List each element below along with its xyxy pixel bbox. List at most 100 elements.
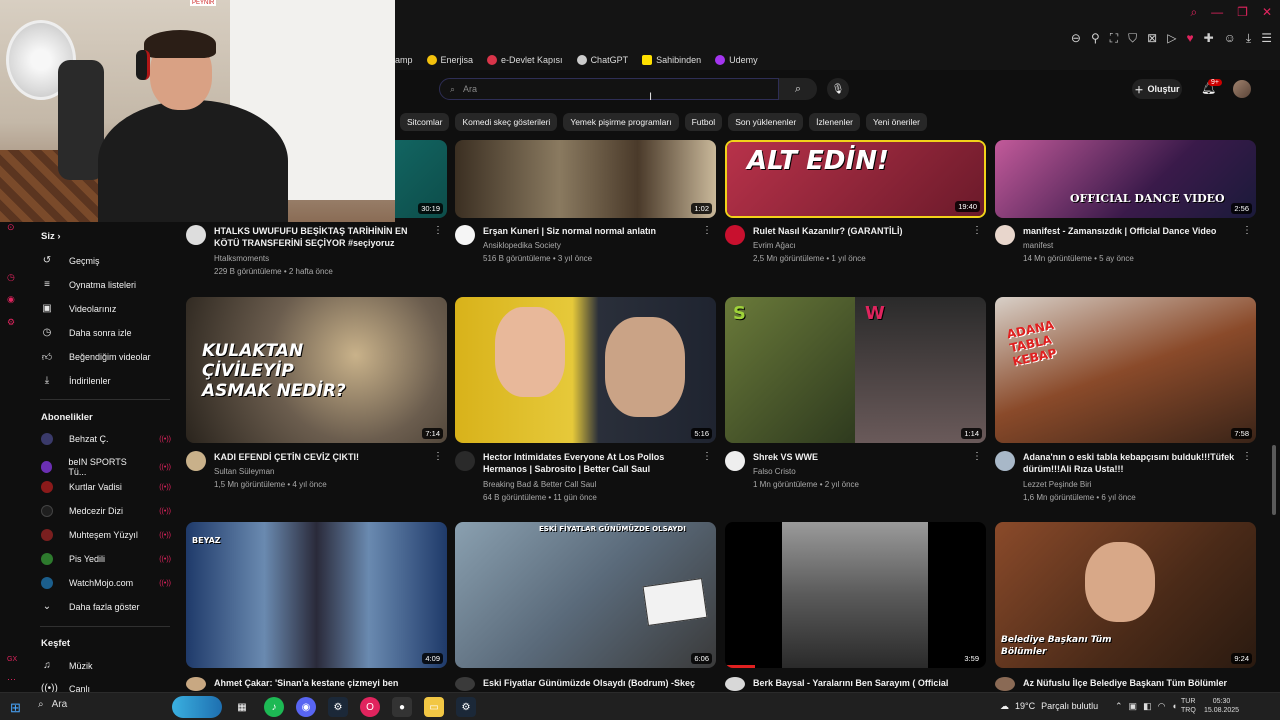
minimize-icon[interactable]: —	[1211, 5, 1223, 20]
sidebar-item-your-videos[interactable]: ▣ Videolarınız	[41, 303, 116, 314]
taskbar-search[interactable]: ⌕ Ara	[38, 699, 67, 710]
search-button[interactable]: ⌕	[779, 78, 817, 100]
video-thumbnail[interactable]: S W 1:14	[725, 297, 986, 443]
video-thumbnail[interactable]: Belediye Başkanı Tüm Bölümler 9:24	[995, 522, 1256, 668]
windows-start-icon[interactable]: ⊞	[10, 700, 21, 716]
chip-yeni-oneriler[interactable]: Yeni öneriler	[866, 113, 927, 131]
show-more-button[interactable]: ⌄ Daha fazla göster	[41, 601, 140, 612]
pin-icon[interactable]: ⚲	[1091, 31, 1100, 46]
sidebar-sub-item[interactable]: Muhteşem Yüzyıl ((•))	[41, 529, 171, 541]
more-options-icon[interactable]: ⋮	[1242, 451, 1252, 462]
channel-avatar[interactable]	[186, 451, 206, 471]
chevron-up-icon[interactable]: ⌃	[1115, 701, 1123, 712]
tray-app-icon[interactable]: ◧	[1143, 701, 1152, 712]
bookmark-amp[interactable]: amp	[395, 55, 413, 65]
screenshot-icon[interactable]: ⛶	[1110, 31, 1118, 46]
video-title[interactable]: Adana'nın o eski tabla kebapçısını buldu…	[1023, 451, 1243, 475]
steam-icon[interactable]: ⚙	[456, 697, 476, 717]
menu-icon[interactable]: ☰	[1261, 31, 1272, 46]
profile-icon[interactable]: ☺	[1224, 31, 1236, 46]
video-thumbnail[interactable]: ALT EDİN! 19:40	[725, 140, 986, 218]
video-thumbnail[interactable]: 5:16	[455, 297, 716, 443]
play-icon[interactable]: ▷	[1167, 31, 1176, 46]
channel-name[interactable]: Htalksmoments	[214, 254, 269, 263]
channel-avatar[interactable]	[725, 225, 745, 245]
channel-avatar[interactable]	[995, 451, 1015, 471]
sidebar-item-liked[interactable]: 👍︎ Beğendiğim videolar	[41, 351, 151, 363]
rail-icon[interactable]: ⊙	[7, 222, 15, 233]
messenger-rail-icon[interactable]: ◉	[7, 294, 15, 305]
more-options-icon[interactable]: ⋮	[433, 451, 443, 462]
sidebar-sub-item[interactable]: Kurtlar Vadisi ((•))	[41, 481, 171, 493]
sidebar-sub-item[interactable]: WatchMojo.com ((•))	[41, 577, 171, 589]
weather-widget[interactable]: ☁ 19°C Parçalı bulutlu	[1000, 701, 1098, 712]
sidebar-sub-item[interactable]: Behzat Ç. ((•))	[41, 433, 171, 445]
video-title[interactable]: Ahmet Çakar: 'Sinan'a kestane çizmeyi be…	[214, 677, 434, 689]
video-thumbnail[interactable]: BEYAZ 4:09	[186, 522, 447, 668]
video-thumbnail[interactable]: KULAKTAN ÇİVİLEYİP ASMAK NEDİR? 7:14	[186, 297, 447, 443]
video-thumbnail[interactable]: ADANA TABLA KEBAP 7:58	[995, 297, 1256, 443]
language-indicator[interactable]: TUR TRQ	[1181, 697, 1196, 715]
task-view-icon[interactable]: ▦	[232, 697, 252, 717]
more-rail-icon[interactable]: ⋯	[7, 674, 16, 685]
channel-name[interactable]: Breaking Bad & Better Call Saul	[483, 480, 596, 489]
bookmark-enerjisa[interactable]: Enerjisa	[426, 55, 473, 65]
channel-name[interactable]: Sultan Süleyman	[214, 467, 274, 476]
video-title[interactable]: KADI EFENDİ ÇETİN CEVİZ ÇIKTI!	[214, 451, 434, 463]
chip-futbol[interactable]: Futbol	[684, 113, 723, 131]
search-input[interactable]: ⌕ Ara	[439, 78, 779, 100]
channel-avatar[interactable]	[455, 677, 475, 691]
wifi-icon[interactable]: ◠	[1158, 701, 1166, 712]
sidebar-item-music[interactable]: ♫ Müzik	[41, 660, 92, 671]
channel-name[interactable]: Lezzet Peşinde Biri	[1023, 480, 1091, 489]
download-icon[interactable]: ⤓	[1246, 31, 1251, 46]
tray-app-icon[interactable]: ▣	[1129, 701, 1138, 712]
you-section-header[interactable]: Siz ›	[41, 231, 61, 242]
channel-name[interactable]: Ansiklopedika Society	[483, 241, 561, 250]
video-thumbnail[interactable]: OFFICIAL DANCE VIDEO 2:56	[995, 140, 1256, 218]
more-options-icon[interactable]: ⋮	[972, 451, 982, 462]
video-title[interactable]: Erşan Kuneri | Siz normal normal anlatın	[483, 225, 703, 237]
shield-icon[interactable]: ⛉	[1128, 31, 1137, 46]
sidebar-item-history[interactable]: ↺ Geçmiş	[41, 255, 100, 266]
chip-komedi[interactable]: Komedi skeç gösterileri	[455, 113, 558, 131]
channel-avatar[interactable]	[995, 677, 1015, 691]
video-title[interactable]: Az Nüfuslu İlçe Belediye Başkanı Tüm Böl…	[1023, 677, 1243, 689]
more-options-icon[interactable]: ⋮	[433, 225, 443, 236]
video-thumbnail[interactable]: 1:02	[455, 140, 716, 218]
chip-son-yuklenenler[interactable]: Son yüklenenler	[728, 113, 804, 131]
sidebar-item-downloads[interactable]: ⤓ İndirilenler	[41, 375, 111, 386]
channel-avatar[interactable]	[725, 451, 745, 471]
chip-yemek[interactable]: Yemek pişirme programları	[563, 113, 679, 131]
more-options-icon[interactable]: ⋮	[1242, 225, 1252, 236]
voice-search-button[interactable]: 🎙︎	[827, 78, 849, 100]
video-title[interactable]: Berk Baysal - Yaralarını Ben Sarayım ( O…	[753, 677, 973, 689]
sidebar-sub-item[interactable]: Medcezir Dizi ((•))	[41, 505, 171, 517]
video-title[interactable]: Rulet Nasıl Kazanılır? (GARANTİLİ)	[753, 225, 973, 237]
avatar[interactable]	[1233, 80, 1251, 98]
video-thumbnail[interactable]: ESKİ FİYATLAR GÜNÜMÜZDE OLSAYDI 6:06	[455, 522, 716, 668]
discord-icon[interactable]: ◉	[296, 697, 316, 717]
channel-name[interactable]: manifest	[1023, 241, 1053, 250]
volume-icon[interactable]: ◖	[1171, 701, 1176, 712]
search-icon[interactable]: ⌕	[1190, 5, 1197, 20]
extension-icon[interactable]: ⊠	[1147, 31, 1157, 46]
puzzle-icon[interactable]: ✚	[1204, 31, 1214, 46]
maximize-icon[interactable]: ❐	[1237, 5, 1248, 20]
sidebar-item-watch-later[interactable]: ◷ Daha sonra izle	[41, 327, 132, 338]
scrollbar-thumb[interactable]	[1272, 445, 1276, 515]
channel-name[interactable]: Falso Cristo	[753, 467, 796, 476]
video-thumbnail[interactable]: 3:59	[725, 522, 986, 668]
opera-gx-icon[interactable]: O	[360, 697, 380, 717]
more-options-icon[interactable]: ⋮	[972, 225, 982, 236]
spotify-icon[interactable]: ♪	[264, 697, 284, 717]
create-button[interactable]: ＋ Oluştur	[1132, 79, 1182, 99]
channel-avatar[interactable]	[455, 451, 475, 471]
zoom-icon[interactable]: ⊖	[1071, 31, 1081, 46]
channel-avatar[interactable]	[186, 677, 206, 691]
channel-name[interactable]: Evrim Ağacı	[753, 241, 796, 250]
channel-avatar[interactable]	[725, 677, 745, 691]
video-title[interactable]: Hector Intimidates Everyone At Los Pollo…	[483, 451, 703, 475]
close-icon[interactable]: ✕	[1262, 5, 1272, 20]
steam-icon[interactable]: ⚙	[328, 697, 348, 717]
